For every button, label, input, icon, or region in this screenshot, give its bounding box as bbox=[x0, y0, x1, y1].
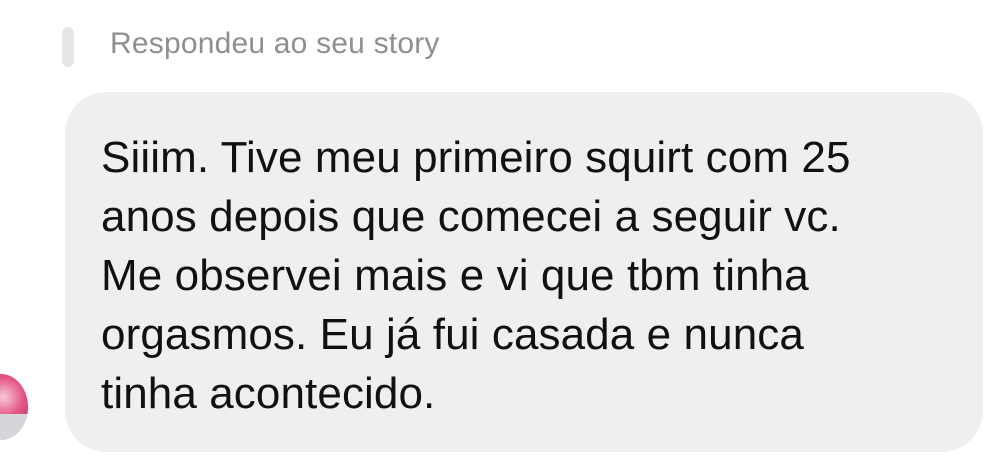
sender-avatar[interactable] bbox=[0, 374, 28, 440]
avatar-shade bbox=[0, 413, 28, 440]
message-text: Siiim. Tive meu primeiro squirt com 25 a… bbox=[101, 133, 851, 418]
reply-context-label: Respondeu ao seu story bbox=[110, 27, 440, 60]
message-bubble[interactable]: Siiim. Tive meu primeiro squirt com 25 a… bbox=[65, 92, 983, 452]
reply-indicator-bar bbox=[62, 27, 74, 67]
